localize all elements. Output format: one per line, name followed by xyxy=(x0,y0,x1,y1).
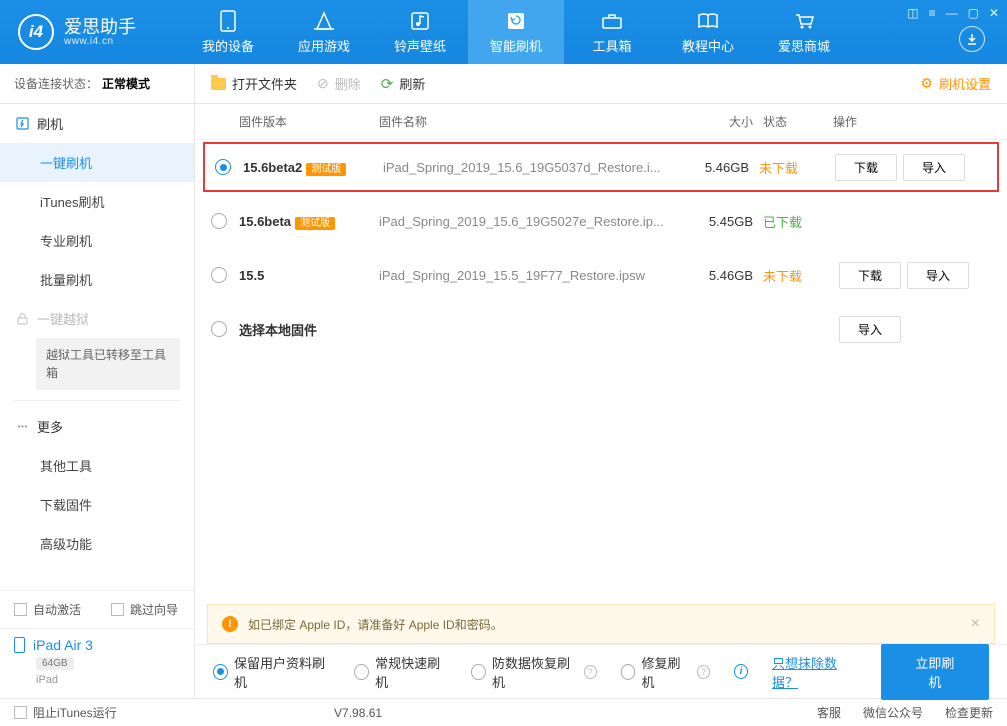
book-icon xyxy=(697,10,719,32)
refresh-icon: ⟳ xyxy=(381,75,394,93)
opt-normal[interactable]: 常规快速刷机 xyxy=(354,653,447,691)
app-url: www.i4.cn xyxy=(64,36,136,47)
sidebar-item-other-tools[interactable]: 其他工具 xyxy=(0,446,194,485)
top-nav: 我的设备 应用游戏 铃声壁纸 智能刷机 工具箱 教程中心 爱思商城 xyxy=(180,0,852,64)
sidebar-item-itunes[interactable]: iTunes刷机 xyxy=(0,182,194,221)
beta-badge: 测试版 xyxy=(306,163,346,176)
sidebar-item-advanced[interactable]: 高级功能 xyxy=(0,524,194,563)
jailbreak-note: 越狱工具已转移至工具箱 xyxy=(36,338,180,390)
help-icon[interactable]: ? xyxy=(584,665,597,679)
skip-guide-checkbox[interactable] xyxy=(111,603,124,616)
device-type: iPad xyxy=(36,674,180,686)
nav-toolbox[interactable]: 工具箱 xyxy=(564,0,660,64)
toolbar: 打开文件夹 ⊘ 删除 ⟳ 刷新 ⚙ 刷机设置 xyxy=(195,64,1007,104)
sidebar-group-flash[interactable]: 刷机 xyxy=(0,104,194,143)
nav-my-device[interactable]: 我的设备 xyxy=(180,0,276,64)
app-logo: i4 爱思助手 www.i4.cn xyxy=(0,14,180,50)
sidebar-item-download-fw[interactable]: 下载固件 xyxy=(0,485,194,524)
logo-icon: i4 xyxy=(18,14,54,50)
open-folder-button[interactable]: 打开文件夹 xyxy=(211,74,297,93)
row-import-button[interactable]: 导入 xyxy=(907,262,969,289)
footer-check-update[interactable]: 检查更新 xyxy=(945,704,993,721)
nav-smart-flash[interactable]: 智能刷机 xyxy=(468,0,564,64)
erase-only-link[interactable]: 只想抹除数据？ xyxy=(772,653,857,691)
footer: 阻止iTunes运行 V7.98.61 客服 微信公众号 检查更新 xyxy=(0,698,1007,726)
main-panel: 打开文件夹 ⊘ 删除 ⟳ 刷新 ⚙ 刷机设置 固件版本 固件名称 大小 状态 操… xyxy=(195,64,1007,698)
alert-close-button[interactable]: × xyxy=(971,615,980,633)
opt-repair[interactable]: 修复刷机? xyxy=(621,653,710,691)
nav-apps[interactable]: 应用游戏 xyxy=(276,0,372,64)
flash-now-button[interactable]: 立即刷机 xyxy=(881,644,989,700)
app-name: 爱思助手 xyxy=(64,18,136,36)
version-label: V7.98.61 xyxy=(334,706,382,720)
more-icon xyxy=(16,420,29,433)
apple-id-alert: ! 如已绑定 Apple ID，请准备好 Apple ID和密码。 × xyxy=(207,604,995,644)
nav-store[interactable]: 爱思商城 xyxy=(756,0,852,64)
maximize-icon[interactable]: ▢ xyxy=(968,6,979,20)
device-icon xyxy=(14,637,25,653)
window-controls: ◫ ≡ — ▢ ✕ xyxy=(907,6,999,20)
warning-icon: ! xyxy=(222,616,238,632)
opt-anti-recovery[interactable]: 防数据恢复刷机? xyxy=(471,653,597,691)
device-icon xyxy=(217,10,239,32)
sidebar-item-batch[interactable]: 批量刷机 xyxy=(0,260,194,299)
block-itunes-checkbox[interactable] xyxy=(14,706,27,719)
minimize-icon[interactable]: — xyxy=(946,6,958,20)
table-row[interactable]: 15.6beta2测试版iPad_Spring_2019_15.6_19G503… xyxy=(203,142,999,192)
opt-keep-data[interactable]: 保留用户资料刷机 xyxy=(213,653,330,691)
storage-badge: 64GB xyxy=(36,657,74,670)
auto-activate-checkbox[interactable] xyxy=(14,603,27,616)
connection-status: 设备连接状态：正常模式 xyxy=(0,64,194,104)
row-download-button[interactable]: 下载 xyxy=(835,154,897,181)
help-icon[interactable]: ? xyxy=(697,665,710,679)
table-header: 固件版本 固件名称 大小 状态 操作 xyxy=(195,104,1007,140)
nav-tutorials[interactable]: 教程中心 xyxy=(660,0,756,64)
refresh-icon xyxy=(505,10,527,32)
table-row[interactable]: 选择本地固件导入 xyxy=(195,302,1007,356)
footer-wechat[interactable]: 微信公众号 xyxy=(863,704,923,721)
nav-ringtones[interactable]: 铃声壁纸 xyxy=(372,0,468,64)
toolbox-icon xyxy=(601,10,623,32)
sidebar-group-jailbreak: 一键越狱 xyxy=(0,299,194,338)
table-row[interactable]: 15.6beta测试版iPad_Spring_2019_15.6_19G5027… xyxy=(195,194,1007,248)
row-import-button[interactable]: 导入 xyxy=(903,154,965,181)
delete-icon: ⊘ xyxy=(317,75,329,92)
auto-activate-row: 自动激活 跳过向导 xyxy=(0,591,194,628)
beta-badge: 测试版 xyxy=(295,217,335,230)
skin-icon[interactable]: ◫ xyxy=(907,6,918,20)
sidebar: 设备连接状态：正常模式 刷机 一键刷机 iTunes刷机 专业刷机 批量刷机 一… xyxy=(0,64,195,698)
cart-icon xyxy=(793,10,815,32)
action-bar: 保留用户资料刷机 常规快速刷机 防数据恢复刷机? 修复刷机? i 只想抹除数据？… xyxy=(195,644,1007,698)
sidebar-group-more[interactable]: 更多 xyxy=(0,407,194,446)
device-info[interactable]: iPad Air 3 64GB iPad xyxy=(0,628,194,698)
music-icon xyxy=(409,10,431,32)
refresh-button[interactable]: ⟳ 刷新 xyxy=(381,74,426,93)
footer-support[interactable]: 客服 xyxy=(817,704,841,721)
sidebar-item-pro[interactable]: 专业刷机 xyxy=(0,221,194,260)
row-radio[interactable] xyxy=(211,321,227,337)
flash-group-icon xyxy=(16,117,29,130)
close-icon[interactable]: ✕ xyxy=(989,6,999,20)
lock-icon xyxy=(16,312,29,325)
row-radio[interactable] xyxy=(211,213,227,229)
row-radio[interactable] xyxy=(211,267,227,283)
flash-settings-button[interactable]: ⚙ 刷机设置 xyxy=(920,74,991,93)
folder-icon xyxy=(211,78,226,90)
table-row[interactable]: 15.5iPad_Spring_2019_15.5_19F77_Restore.… xyxy=(195,248,1007,302)
sidebar-item-oneclick[interactable]: 一键刷机 xyxy=(0,143,194,182)
apps-icon xyxy=(313,10,335,32)
info-icon: i xyxy=(734,664,748,679)
row-radio[interactable] xyxy=(215,159,231,175)
menu-icon[interactable]: ≡ xyxy=(929,6,936,20)
download-indicator[interactable] xyxy=(959,26,985,52)
row-import-button[interactable]: 导入 xyxy=(839,316,901,343)
row-download-button[interactable]: 下载 xyxy=(839,262,901,289)
gear-icon: ⚙ xyxy=(920,75,933,92)
titlebar: i4 爱思助手 www.i4.cn 我的设备 应用游戏 铃声壁纸 智能刷机 工具… xyxy=(0,0,1007,64)
delete-button[interactable]: ⊘ 删除 xyxy=(317,74,361,93)
